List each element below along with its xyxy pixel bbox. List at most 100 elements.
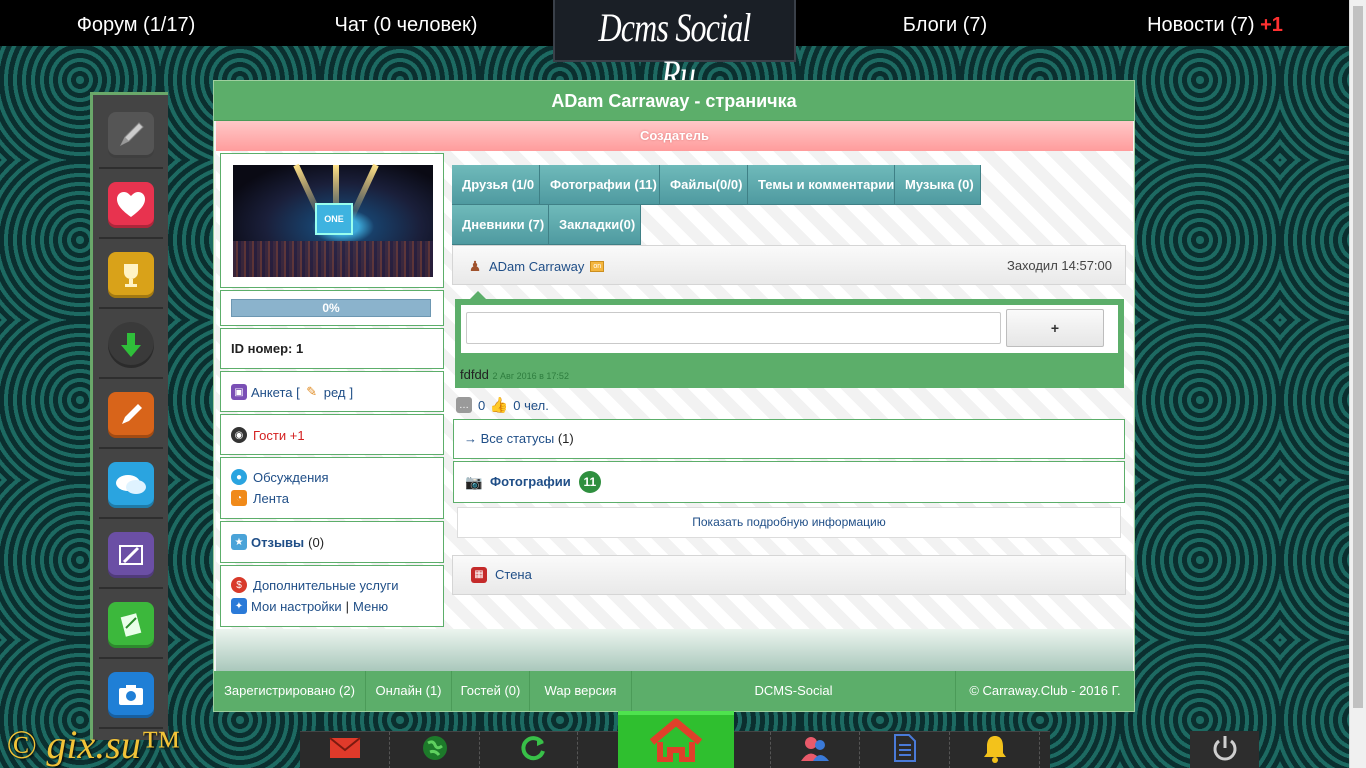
feed-link[interactable]: Лента <box>253 491 289 506</box>
photos-link[interactable]: Фотографии <box>490 462 571 502</box>
anketa-box: ▣ Анкета [ ✎ ред ] <box>220 371 444 412</box>
extra-services-link[interactable]: Дополнительные услуги <box>253 578 398 593</box>
add-status-button[interactable]: + <box>1006 309 1104 347</box>
site-logo[interactable]: Dcms Social .Ru <box>553 0 796 97</box>
top-link-blogs[interactable]: Блоги (7) <box>886 0 1004 46</box>
footer-wap[interactable]: Wap версия <box>530 671 632 711</box>
user-role-banner: Создатель <box>216 121 1133 151</box>
image-edit-icon <box>108 532 154 578</box>
scrollbar-thumb[interactable] <box>1353 6 1363 708</box>
page-title: ADam Carraway - страничка <box>214 81 1134 121</box>
photos-row[interactable]: 📷 Фотографии 11 <box>453 461 1125 503</box>
notepad-icon <box>108 602 154 648</box>
side-item-notes[interactable] <box>99 383 163 449</box>
tab-bookmarks[interactable]: Закладки(0) <box>549 205 641 245</box>
id-box: ID номер: 1 <box>220 328 444 369</box>
dock-documents[interactable] <box>860 732 950 768</box>
profile-panel: ADam Carraway - страничка Создатель ONE … <box>213 80 1135 712</box>
panel-divider <box>216 629 1133 671</box>
dock-refresh[interactable] <box>488 732 578 768</box>
wall-link[interactable]: Стена <box>495 556 532 594</box>
tab-files[interactable]: Файлы(0/0) <box>660 165 748 205</box>
side-item-favorites[interactable] <box>99 173 163 239</box>
camera-icon <box>108 672 154 718</box>
tab-topics-comments[interactable]: Темы и комментарии <box>748 165 895 205</box>
discussion-icon: ● <box>231 469 247 485</box>
footer-engine[interactable]: DCMS-Social <box>632 671 956 711</box>
footer-guests[interactable]: Гостей (0) <box>452 671 530 711</box>
side-item-diary[interactable] <box>99 593 163 659</box>
side-item-downloads[interactable] <box>99 313 163 379</box>
rss-icon: ◔ <box>231 490 247 506</box>
footer-bar: Зарегистрировано (2) Онлайн (1) Гостей (… <box>214 671 1134 711</box>
user-avatar[interactable]: ONE <box>233 163 433 277</box>
wall-row[interactable]: ▦ Стена <box>452 555 1126 595</box>
show-more-info[interactable]: Показать подробную информацию <box>457 507 1121 538</box>
user-header: ♟ ADam Carraway on Заходил 14:57:00 <box>452 245 1126 285</box>
dock-notifications[interactable] <box>950 732 1040 768</box>
username-link[interactable]: ADam Carraway <box>489 259 584 274</box>
discussions-box: ● Обсуждения ◔ Лента <box>220 457 444 519</box>
watermark-logo: © gix.su™ <box>6 722 181 767</box>
profile-tabs: Друзья (1/0 Фотографии (11) Файлы(0/0) Т… <box>452 165 982 245</box>
pencil-icon: ✎ <box>306 384 318 399</box>
download-icon <box>108 322 154 368</box>
services-icon: $ <box>231 577 247 593</box>
anketa-bracket: ] <box>349 384 354 400</box>
side-item-write[interactable] <box>99 103 163 169</box>
tab-music[interactable]: Музыка (0) <box>895 165 981 205</box>
side-item-chat[interactable] <box>99 453 163 519</box>
camera-small-icon: 📷 <box>465 474 483 490</box>
power-icon <box>1210 733 1240 766</box>
anketa-link[interactable]: Анкета [ <box>251 385 300 400</box>
avatar-screen-text: ONE <box>324 214 344 224</box>
status-actions: … 0 👍 0 чел. <box>456 397 549 414</box>
reviews-link[interactable]: Отзывы <box>251 535 304 550</box>
reviews-icon: ★ <box>231 534 247 550</box>
dock-globe[interactable] <box>390 732 480 768</box>
status-input[interactable] <box>466 312 1001 344</box>
guests-box: ◉ Гости +1 <box>220 414 444 455</box>
power-button[interactable] <box>1190 731 1259 768</box>
page-scrollbar[interactable] <box>1349 0 1366 768</box>
dock-home[interactable] <box>618 711 734 768</box>
status-box: + fdfdd 2 Авг 2016 в 17:52 <box>455 299 1124 388</box>
photos-count-badge: 11 <box>578 471 601 493</box>
all-statuses-row[interactable]: → Все статусы (1) <box>453 419 1125 459</box>
heart-icon <box>108 182 154 228</box>
user-id: ID номер: 1 <box>231 341 304 356</box>
guests-link[interactable]: Гости +1 <box>253 428 305 443</box>
status-text: fdfdd <box>460 367 489 382</box>
document-icon <box>893 733 917 768</box>
all-statuses-link[interactable]: → Все статусы <box>464 431 554 446</box>
footer-registered[interactable]: Зарегистрировано (2) <box>214 671 366 711</box>
tab-friends[interactable]: Друзья (1/0 <box>452 165 540 205</box>
services-box: $ Дополнительные услуги ✦ Мои настройки … <box>220 565 444 627</box>
footer-online[interactable]: Онлайн (1) <box>366 671 452 711</box>
top-link-forum[interactable]: Форум (1/17) <box>60 0 212 46</box>
likes-count[interactable]: 0 чел. <box>513 398 549 413</box>
comment-icon[interactable]: … <box>456 397 472 413</box>
my-settings-link[interactable]: Мои настройки <box>251 599 342 614</box>
dock-mail[interactable] <box>300 732 390 768</box>
globe-icon <box>421 734 449 768</box>
comments-count[interactable]: 0 <box>478 398 485 413</box>
progress-box: 0% <box>220 290 444 326</box>
user-icon: ♟ <box>468 257 482 274</box>
tab-diaries[interactable]: Дневники (7) <box>452 205 549 245</box>
tab-photos[interactable]: Фотографии (11) <box>540 165 660 205</box>
like-icon[interactable]: 👍 <box>490 397 509 414</box>
anketa-edit-link[interactable]: ред <box>324 385 346 400</box>
side-item-gallery-edit[interactable] <box>99 523 163 589</box>
news-label: Новости (7) <box>1147 14 1255 36</box>
side-item-photos[interactable] <box>99 663 163 729</box>
menu-link[interactable]: Меню <box>353 599 388 614</box>
trophy-icon <box>108 252 154 298</box>
status-pointer <box>470 291 486 299</box>
chat-icon <box>108 462 154 508</box>
top-link-news[interactable]: Новости (7) +1 <box>1140 0 1290 46</box>
top-link-chat[interactable]: Чат (0 человек) <box>318 0 494 46</box>
discussions-link[interactable]: Обсуждения <box>253 470 329 485</box>
dock-users[interactable] <box>770 732 860 768</box>
side-item-rating[interactable] <box>99 243 163 309</box>
